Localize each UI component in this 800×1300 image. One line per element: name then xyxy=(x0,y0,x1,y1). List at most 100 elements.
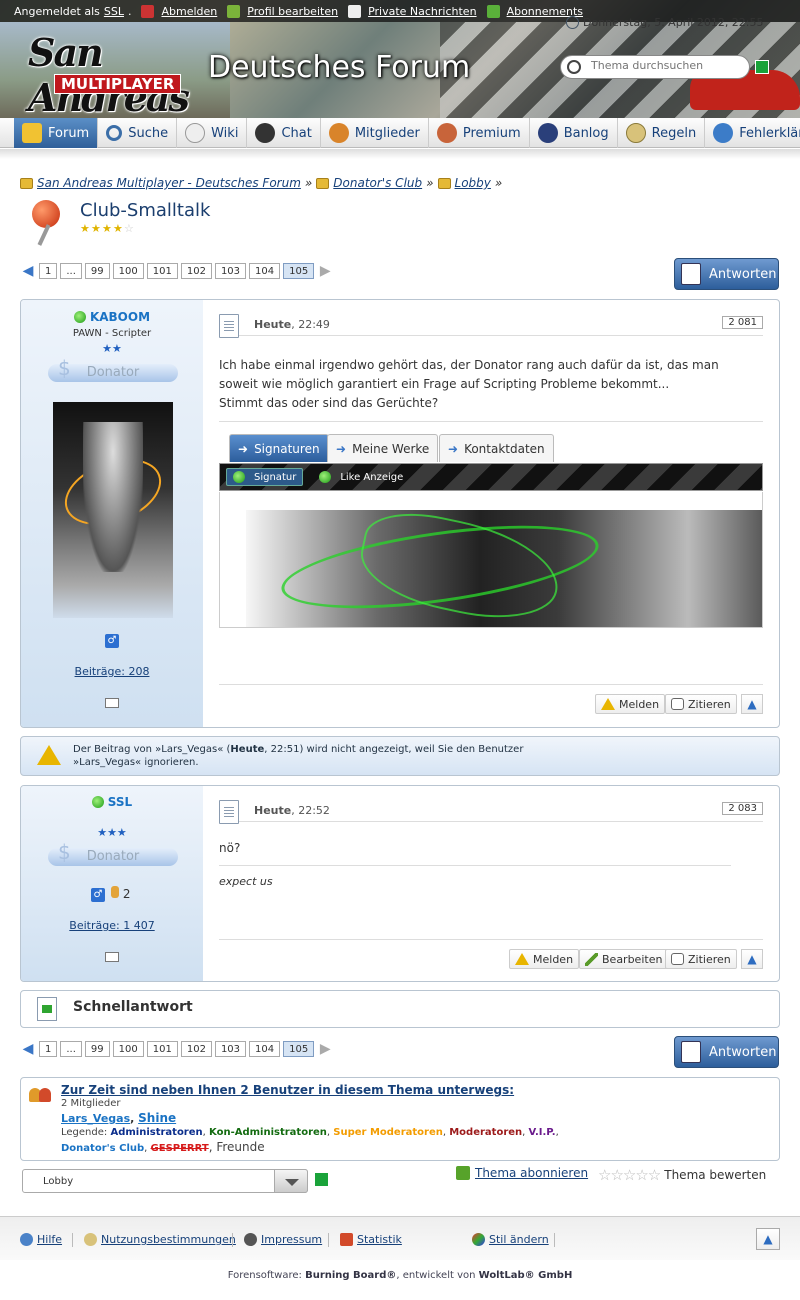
police-icon xyxy=(537,123,558,143)
footer-terms-link[interactable]: Nutzungsbestimmungen xyxy=(84,1233,236,1246)
nav-premium[interactable]: Premium xyxy=(429,118,530,148)
nav-chat[interactable]: Chat xyxy=(247,118,321,148)
page-link[interactable]: 1 xyxy=(39,1041,58,1057)
dollar-icon: $ xyxy=(58,840,71,864)
page-link[interactable]: 103 xyxy=(214,1041,247,1057)
reply-button[interactable]: Antworten xyxy=(674,258,779,290)
page-link[interactable]: 101 xyxy=(146,263,178,279)
users-online-panel: Zur Zeit sind neben Ihnen 2 Benutzer in … xyxy=(20,1077,780,1161)
subtab-like-display[interactable]: Like Anzeige xyxy=(313,469,409,485)
page-link[interactable]: 99 xyxy=(84,1041,110,1057)
page-link[interactable]: 100 xyxy=(112,263,144,279)
subscribe-thread[interactable]: Thema abonnieren xyxy=(456,1166,588,1180)
breadcrumb-donators-club[interactable]: Donator's Club xyxy=(333,176,422,190)
scroll-top-arrow-icon[interactable]: ▲ xyxy=(756,1228,780,1250)
chevron-down-icon[interactable] xyxy=(274,1169,308,1193)
page-jump-dropdown[interactable]: ... xyxy=(60,1041,82,1057)
premium-icon xyxy=(436,123,457,143)
subtab-signature[interactable]: Signatur xyxy=(226,468,304,486)
post-count-link[interactable]: Beiträge: 1 407 xyxy=(21,919,203,932)
edit-profile-link[interactable]: Profil bearbeiten xyxy=(247,5,338,18)
private-messages-link[interactable]: Private Nachrichten xyxy=(368,5,477,18)
nav-shadow xyxy=(0,149,800,159)
tab-signatures[interactable]: ➜ Signaturen xyxy=(229,434,329,462)
page-link[interactable]: 100 xyxy=(112,1041,144,1057)
nav-forum[interactable]: Forum xyxy=(14,118,99,148)
page-link[interactable]: 102 xyxy=(180,263,212,279)
footer-statistics-link[interactable]: Statistik xyxy=(340,1233,402,1246)
help-icon xyxy=(20,1233,33,1246)
scroll-top-arrow-icon[interactable]: ▲ xyxy=(741,694,763,714)
page-jump-dropdown[interactable]: ... xyxy=(60,263,82,279)
logout-link[interactable]: Abmelden xyxy=(161,5,217,18)
warning-icon xyxy=(515,953,529,965)
vendor-link[interactable]: WoltLab® GmbH xyxy=(479,1270,573,1281)
reply-button-label: Antworten xyxy=(709,266,777,282)
nav-wiki[interactable]: Wiki xyxy=(177,118,248,148)
page-link[interactable]: 104 xyxy=(249,1041,281,1057)
main-navigation: Forum Suche Wiki Chat Mitglieder Premium… xyxy=(0,118,800,148)
footer-separator xyxy=(328,1233,329,1247)
arrow-right-icon: ➜ xyxy=(238,441,249,456)
users-icon xyxy=(29,1086,51,1104)
page-link[interactable]: 102 xyxy=(180,1041,212,1057)
edit-button[interactable]: Bearbeiten xyxy=(579,949,669,969)
current-page: 105 xyxy=(283,1041,315,1057)
page-link[interactable]: 1 xyxy=(39,263,58,279)
breadcrumb-separator: » xyxy=(494,176,503,190)
legend-vip: V.I.P. xyxy=(528,1127,556,1138)
rating-stars-empty-icon[interactable]: ☆☆☆☆☆ xyxy=(598,1166,661,1184)
breadcrumb-separator: » xyxy=(426,176,434,190)
nav-members[interactable]: Mitglieder xyxy=(321,118,429,148)
report-button[interactable]: Melden xyxy=(509,949,580,969)
nav-search[interactable]: Suche xyxy=(98,118,178,148)
software-link[interactable]: Burning Board® xyxy=(305,1270,396,1281)
page-link[interactable]: 104 xyxy=(249,263,281,279)
nav-help[interactable]: Fehlerklärbär xyxy=(705,118,800,148)
page-link[interactable]: 103 xyxy=(214,263,247,279)
subscribe-thread-link: Thema abonnieren xyxy=(475,1166,589,1180)
previous-page-arrow-icon[interactable]: ◀ xyxy=(20,1041,36,1057)
tab-contact-data[interactable]: ➜ Kontaktdaten xyxy=(439,434,554,462)
scroll-top-arrow-icon[interactable]: ▲ xyxy=(741,949,763,969)
signature-image xyxy=(219,492,763,628)
breadcrumb-home[interactable]: San Andreas Multiplayer - Deutsches Foru… xyxy=(37,176,301,190)
folder-icon xyxy=(316,177,330,189)
footer-help-link[interactable]: Hilfe xyxy=(20,1233,62,1246)
search-input[interactable] xyxy=(591,59,741,72)
email-icon[interactable] xyxy=(105,698,119,708)
report-button[interactable]: Melden xyxy=(595,694,666,714)
page-link[interactable]: 101 xyxy=(146,1041,178,1057)
post-username[interactable]: KABOOM xyxy=(21,310,203,324)
site-logo[interactable]: San Andreas MULTIPLAYER xyxy=(28,30,200,118)
email-icon[interactable] xyxy=(105,952,119,962)
rate-thread[interactable]: ☆☆☆☆☆ Thema bewerten xyxy=(598,1166,766,1184)
online-user-link[interactable]: Shine xyxy=(138,1111,176,1125)
rank-stars-icon: ★★★ xyxy=(97,826,127,839)
previous-page-arrow-icon[interactable]: ◀ xyxy=(20,263,36,279)
quick-reply-label: Schnellantwort xyxy=(73,999,193,1015)
post-username[interactable]: SSL xyxy=(21,795,203,809)
reply-button[interactable]: Antworten xyxy=(674,1036,779,1068)
search-submit-button[interactable] xyxy=(755,60,769,74)
online-user-link[interactable]: Lars_Vegas xyxy=(61,1112,130,1125)
page-link[interactable]: 99 xyxy=(84,263,110,279)
post-number[interactable]: 2 081 xyxy=(722,316,763,329)
quick-reply-panel[interactable]: Schnellantwort xyxy=(20,990,780,1028)
post-count-link[interactable]: Beiträge: 208 xyxy=(21,665,203,678)
nav-banlog[interactable]: Banlog xyxy=(530,118,618,148)
tab-my-works[interactable]: ➜ Meine Werke xyxy=(327,434,439,462)
current-username-link[interactable]: SSL xyxy=(104,5,124,18)
change-style-link[interactable]: Stil ändern xyxy=(472,1233,549,1246)
post-number[interactable]: 2 083 xyxy=(722,802,763,815)
quote-button[interactable]: Zitieren xyxy=(665,694,737,714)
breadcrumb-lobby[interactable]: Lobby xyxy=(455,176,491,190)
forum-jump-select[interactable]: Lobby xyxy=(22,1169,308,1193)
quote-button[interactable]: Zitieren xyxy=(665,949,737,969)
nav-rules[interactable]: Regeln xyxy=(618,118,706,148)
users-online-heading[interactable]: Zur Zeit sind neben Ihnen 2 Benutzer in … xyxy=(61,1083,514,1097)
avatar[interactable] xyxy=(53,402,173,618)
footer-imprint-link[interactable]: Impressum xyxy=(244,1233,322,1246)
new-reply-icon xyxy=(681,263,701,285)
forum-jump-go-button[interactable] xyxy=(314,1172,329,1187)
